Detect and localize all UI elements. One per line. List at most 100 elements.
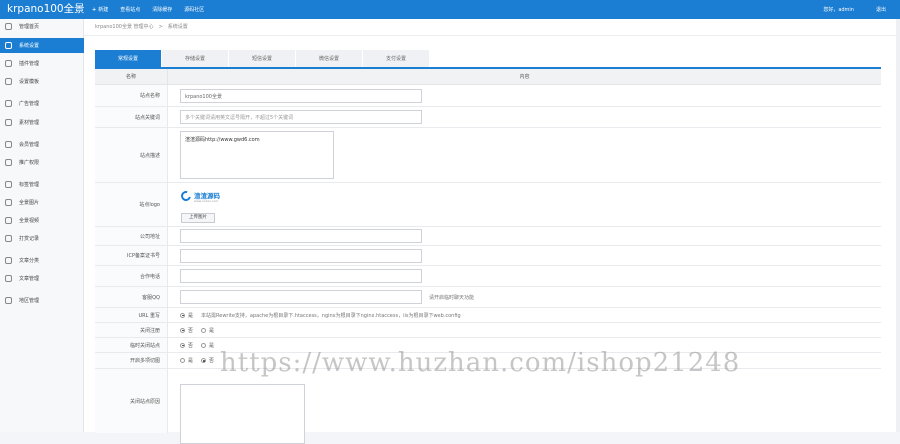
phone-input[interactable] (180, 269, 422, 283)
video-icon (5, 217, 12, 224)
new-button[interactable]: + 新建 (92, 6, 108, 13)
settings-tabs: 常规设置 存储设置 短信设置 微信设置 支付设置 (95, 50, 430, 68)
table-row: URL 重写 是 本站需Rewrite支持，apache为根目录下.htacce… (95, 308, 881, 323)
rewrite-options: 是 本站需Rewrite支持，apache为根目录下.htaccess，ngin… (180, 308, 461, 322)
close-site-options: 否 是 (180, 338, 222, 352)
register-radio-no[interactable]: 否 (180, 327, 193, 334)
ad-icon (5, 100, 12, 107)
qq-label: 客服QQ (95, 287, 168, 307)
keywords-label: 站点关键词 (95, 107, 168, 127)
breadcrumb-root[interactable]: krpano100全景 管理中心 (95, 24, 154, 30)
icp-input[interactable] (180, 249, 422, 263)
user-area: 您好，admin 退出 (823, 0, 886, 19)
tab-payment[interactable]: 支付设置 (363, 50, 430, 68)
register-radio-yes[interactable]: 是 (201, 327, 214, 334)
upload-image-button[interactable]: 上传图片 (181, 213, 215, 223)
table-row: 关闭注册 否 是 (95, 323, 881, 338)
user-icon (5, 141, 12, 148)
radio-icon (180, 342, 185, 348)
radio-icon (180, 327, 185, 333)
radio-icon (180, 312, 185, 318)
page-scrollbar[interactable] (896, 19, 900, 432)
close-reason-textarea[interactable] (180, 384, 305, 444)
site-name-input[interactable]: krpano100全景 (180, 89, 422, 103)
close-reason-label: 关闭站点原因 (95, 369, 168, 433)
reward-icon (5, 235, 12, 242)
sidebar-item-article-categories[interactable]: 文章分类 (0, 253, 84, 268)
sidebar-item-videos[interactable]: 全景视频 (0, 213, 84, 228)
logout-link[interactable]: 退出 (876, 6, 886, 13)
logo-swirl-icon (179, 189, 193, 203)
table-row: 站点描述 渲渲源码http://www.gwd6.com (95, 128, 881, 183)
link-icon (5, 119, 12, 126)
sidebar-item-tags[interactable]: 标签管理 (0, 177, 84, 192)
close-site-label: 临时关闭站点 (95, 338, 168, 352)
tab-storage[interactable]: 存储设置 (162, 50, 229, 68)
sidebar-item-assets[interactable]: 素材管理 (0, 115, 84, 130)
table-row: ICP备案证书号 (95, 246, 881, 266)
radio-icon (201, 327, 207, 333)
sidebar-item-ads[interactable]: 广告管理 (0, 96, 84, 111)
plus-icon: + (92, 7, 97, 13)
sidebar-item-templates[interactable]: 设置模板 (0, 74, 84, 89)
plugin-icon (5, 60, 12, 67)
sidebar-item-members[interactable]: 会员管理 (0, 137, 84, 152)
tag-icon (5, 181, 12, 188)
close-site-radio-yes[interactable]: 是 (201, 342, 214, 349)
breadcrumb-current: 系统设置 (167, 24, 188, 30)
breadcrumb: krpano100全景 管理中心 > 系统设置 (95, 23, 188, 30)
sidebar-item-panoramas[interactable]: 全景图片 (0, 195, 84, 210)
tab-general[interactable]: 常规设置 (95, 50, 162, 68)
table-row: 站点名称 krpano100全景 (95, 85, 881, 107)
brand-title[interactable]: krpano100全景 (0, 0, 88, 19)
globe-icon (5, 297, 12, 304)
radio-icon (201, 342, 207, 348)
sidebar-item-plugins[interactable]: 插件管理 (0, 56, 84, 71)
sidebar-item-tips[interactable]: 打赏记录 (0, 231, 84, 246)
divider (84, 35, 900, 36)
qq-tip: 请开启临时聊天功能 (429, 295, 475, 301)
multi-cut-options: 是 否 (180, 353, 222, 368)
qq-input[interactable] (180, 290, 422, 304)
sidebar-item-regions[interactable]: 地区管理 (0, 293, 84, 308)
sidebar-item-promotion[interactable]: 推广权限 (0, 155, 84, 170)
table-row: 合作电话 (95, 266, 881, 287)
radio-icon (180, 358, 185, 363)
keywords-input[interactable]: 多个关键词请用英文逗号隔开，不超过5个关键词 (180, 110, 422, 124)
table-header: 名称 内容 (95, 69, 881, 85)
register-label: 关闭注册 (95, 323, 168, 337)
icp-label: ICP备案证书号 (95, 246, 168, 265)
address-input[interactable] (180, 229, 422, 243)
rewrite-tip: 本站需Rewrite支持，apache为根目录下.htaccess，nginx为… (201, 312, 461, 319)
table-row: 客服QQ 请开启临时聊天功能 (95, 287, 881, 308)
rewrite-radio-yes[interactable]: 是 (180, 312, 193, 319)
share-icon (5, 159, 12, 166)
table-row: 关闭站点原因 (95, 369, 881, 444)
site-name-label: 站点名称 (95, 85, 168, 106)
tab-wechat[interactable]: 微信设置 (296, 50, 363, 68)
view-site-link[interactable]: 查看站点 (120, 6, 140, 13)
phone-label: 合作电话 (95, 266, 168, 286)
document-icon (5, 275, 12, 282)
register-options: 否 是 (180, 323, 222, 337)
greeting: 您好，admin (823, 7, 854, 13)
image-icon (5, 199, 12, 206)
sidebar-item-system[interactable]: 系统设置 (0, 38, 84, 53)
sidebar-item-home[interactable]: 管理首页 (0, 19, 84, 34)
table-row: 公司地址 (95, 227, 881, 246)
sidebar-item-articles[interactable]: 文章管理 (0, 271, 84, 286)
community-link[interactable]: 源码社区 (184, 6, 204, 13)
clear-cache-link[interactable]: 清除缓存 (152, 6, 172, 13)
description-textarea[interactable]: 渲渲源码http://www.gwd6.com (180, 131, 334, 179)
multi-cut-label: 开启多项切图 (95, 353, 168, 368)
header-content: 内容 (519, 74, 530, 80)
close-site-radio-no[interactable]: 否 (180, 342, 193, 349)
logo-subtext: www.xxxxx.com (194, 199, 219, 203)
multi-cut-radio-yes[interactable]: 是 (180, 357, 193, 364)
rewrite-label: URL 重写 (95, 308, 168, 322)
top-bar: krpano100全景 + 新建 查看站点 清除缓存 源码社区 您好，admin … (0, 0, 900, 19)
tab-sms[interactable]: 短信设置 (229, 50, 296, 68)
logo-label: 站点logo (95, 183, 168, 226)
folder-icon (5, 257, 12, 264)
multi-cut-radio-no[interactable]: 否 (201, 357, 214, 364)
